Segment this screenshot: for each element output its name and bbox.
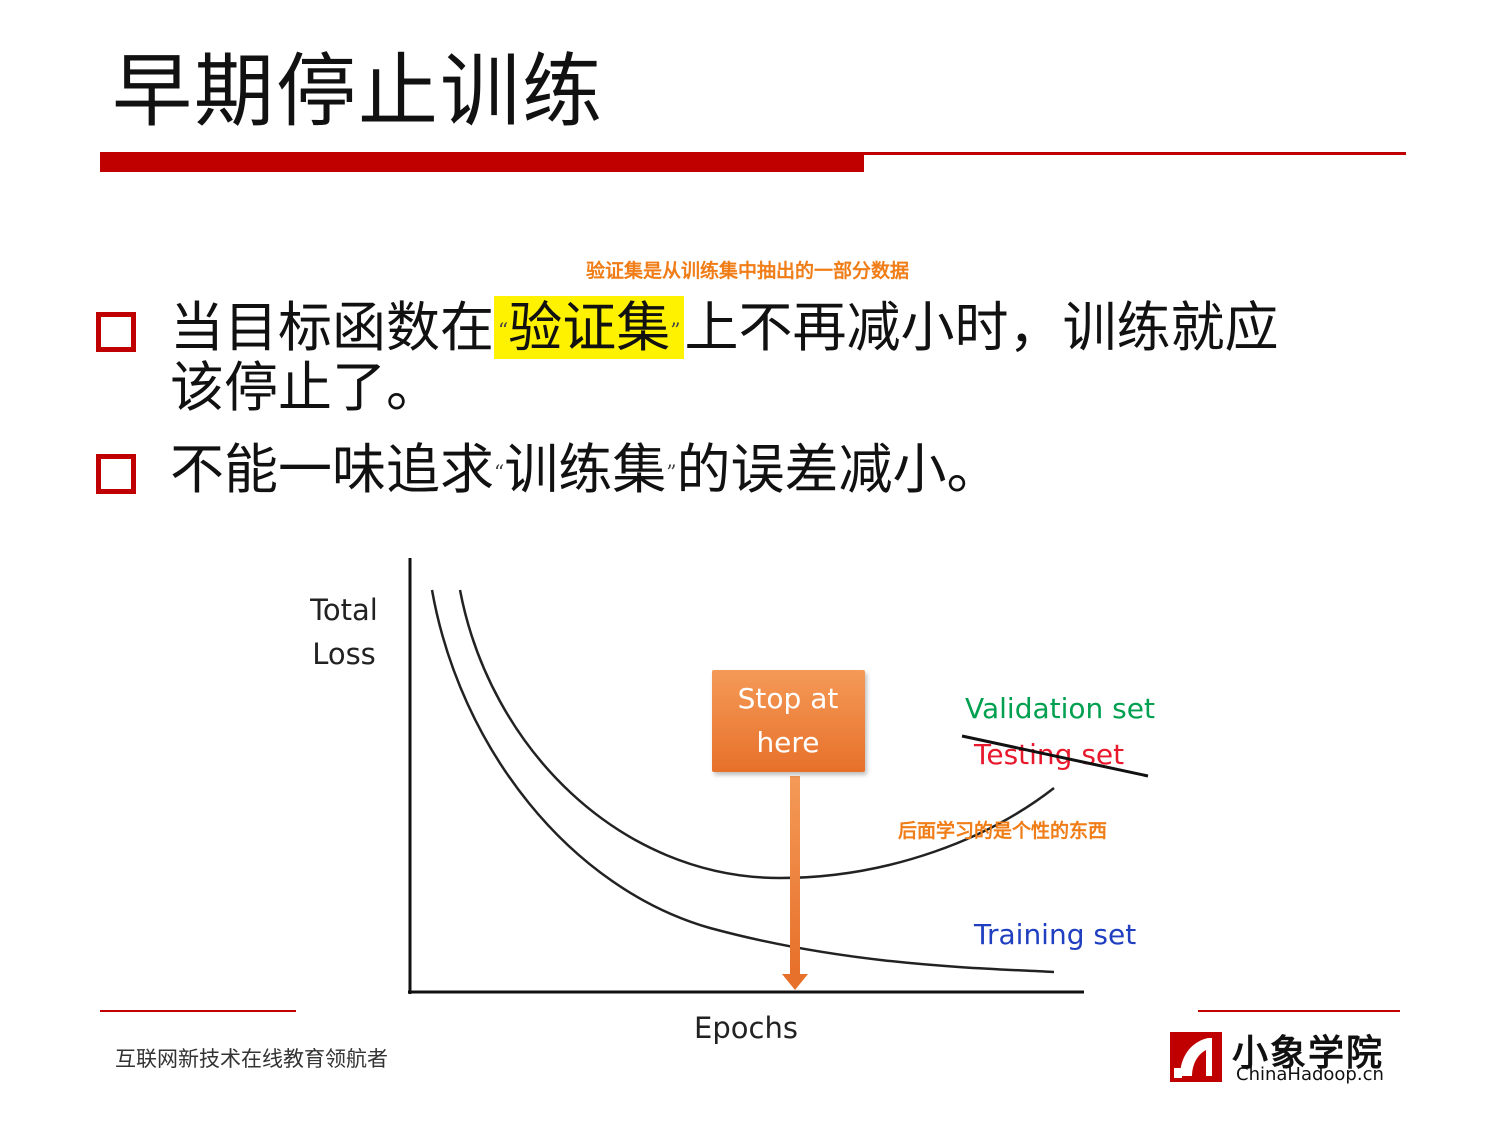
annotation-validation-note: 验证集是从训练集中抽出的一部分数据	[586, 260, 910, 282]
legend-training-set: Training set	[973, 918, 1136, 951]
title-accent-bar	[100, 154, 864, 172]
bullet-2-line-1: 不能一味追求“训练集”的误差减小。	[170, 440, 1000, 500]
chart-svg: Total Loss Epochs Stop at here Validatio…	[309, 558, 1155, 1045]
slide-title: 早期停止训练	[112, 45, 604, 138]
bullet-1-line-2: 该停止了。	[170, 356, 440, 419]
annotation-curve-note: 后面学习的是个性的东西	[898, 820, 1108, 842]
checkbox-square-icon	[96, 312, 136, 352]
footer-org-text: 互联网新技术在线教育领航者	[115, 1047, 388, 1071]
footer-line-right	[1198, 1010, 1400, 1012]
legend-validation-set: Validation set	[965, 692, 1155, 725]
stop-arrow-shaft	[790, 776, 800, 976]
close-quote: ”	[666, 460, 677, 484]
stop-callout-line-1: Stop at	[738, 682, 839, 715]
footer-line-left	[100, 1010, 296, 1012]
stop-arrow-head	[782, 974, 808, 990]
bullet-2-quoted: 训练集	[504, 438, 667, 501]
brand-logo-icon	[1170, 1032, 1222, 1082]
open-quote: “	[494, 460, 505, 484]
checkbox-square-icon	[96, 454, 136, 494]
stop-callout-line-2: here	[756, 726, 819, 759]
bullet-1-line-1: 当目标函数在 “验证集”上不再减小时，训练就应	[170, 296, 1279, 359]
bullet-2-text-before: 不能一味追求	[170, 438, 494, 501]
y-axis-label-line-1: Total	[309, 593, 378, 627]
open-quote: “	[498, 318, 509, 342]
bullet-1-text-after: 上不再减小时，训练就应	[684, 296, 1279, 359]
y-axis-label-line-2: Loss	[312, 637, 376, 671]
bullet-1-text-before: 当目标函数在	[170, 296, 494, 359]
training-curve	[430, 589, 1055, 974]
brand-url: ChinaHadoop.cn	[1236, 1064, 1384, 1085]
early-stopping-chart: Total Loss Epochs Stop at here Validatio…	[290, 548, 1190, 1062]
bullet-1-highlight-group: “验证集”	[494, 296, 685, 359]
bullet-2-text-after: 的误差减小。	[676, 438, 1001, 501]
x-axis-label: Epochs	[694, 1011, 798, 1045]
close-quote: ”	[670, 318, 681, 342]
bullet-1-highlight: 验证集	[508, 296, 671, 359]
